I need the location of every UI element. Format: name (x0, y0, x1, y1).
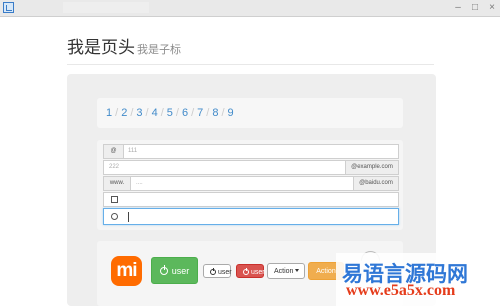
user-default-label: user (218, 269, 232, 276)
window-titlebar[interactable]: – □ × (0, 0, 500, 17)
example-domain-addon: @example.com (345, 161, 398, 174)
watermark-url: www.e5a5x.com (346, 282, 456, 299)
browser-window: – □ × 我是页头 我是子标 1/2/3/4/5/6/7/8/9 @ 111 2… (0, 0, 500, 306)
power-icon (159, 265, 168, 275)
checkbox[interactable] (111, 196, 118, 203)
page-title: 我是页头 (67, 38, 135, 57)
page-separator: / (175, 107, 179, 119)
mi-logo: mi (111, 256, 142, 286)
power-icon (243, 268, 249, 275)
chevron-down-icon (295, 269, 300, 272)
action-warning-label: Action (316, 268, 336, 275)
checkbox-input-group[interactable] (103, 192, 399, 207)
user-large-button[interactable]: user (151, 257, 198, 284)
close-button[interactable]: × (483, 0, 500, 15)
page-separator: / (160, 107, 164, 119)
page-link-5[interactable]: 5 (167, 107, 173, 119)
radio-input-group[interactable] (103, 208, 399, 225)
url-input-placeholder[interactable]: .... (136, 177, 143, 190)
input-value-222[interactable]: 222 (109, 161, 119, 174)
page-separator: / (191, 107, 195, 119)
action-default-label: Action (274, 268, 294, 275)
maximize-button[interactable]: □ (466, 0, 484, 15)
email-input-group[interactable]: 222 @example.com (103, 160, 399, 175)
user-danger-button[interactable]: user (236, 264, 265, 278)
www-prefix-addon: www. (104, 177, 131, 190)
pagination: 1/2/3/4/5/6/7/8/9 (106, 98, 234, 128)
page-link-4[interactable]: 4 (152, 107, 158, 119)
user-danger-label: user (251, 269, 265, 276)
url-input-group[interactable]: www. .... @baidu.com (103, 176, 399, 191)
at-prefix-addon: @ (104, 145, 124, 158)
page-separator: / (145, 107, 149, 119)
user-large-label: user (171, 266, 190, 276)
minimize-button[interactable]: – (449, 0, 467, 15)
page-subtitle: 我是子标 (137, 44, 181, 56)
action-dropdown-button[interactable]: Action (267, 263, 305, 279)
pagination-panel: 1/2/3/4/5/6/7/8/9 (97, 98, 403, 128)
baidu-domain-addon: @baidu.com (353, 177, 398, 190)
at-input-group[interactable]: @ 111 (103, 144, 399, 159)
page-link-3[interactable]: 3 (136, 107, 142, 119)
window-title (63, 2, 149, 13)
page-separator: / (115, 107, 119, 119)
input-value-111[interactable]: 111 (128, 145, 137, 158)
page-separator: / (221, 107, 225, 119)
page-separator: / (206, 107, 210, 119)
window-app-icon (3, 2, 14, 13)
user-default-button[interactable]: user (203, 264, 232, 278)
radio-button[interactable] (111, 213, 118, 220)
page-header: 我是页头 我是子标 (67, 33, 434, 65)
text-caret (128, 212, 129, 222)
page-link-9[interactable]: 9 (228, 107, 234, 119)
power-icon (210, 268, 216, 275)
